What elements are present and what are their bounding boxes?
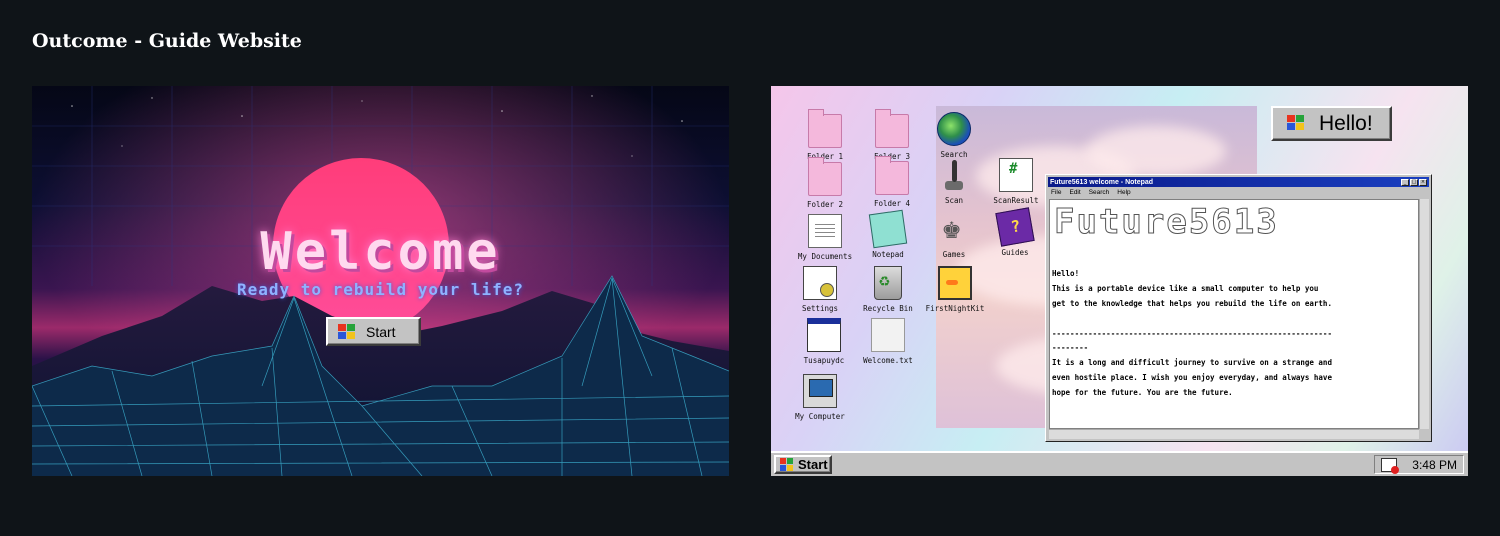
recycle-bin-icon: [874, 266, 902, 300]
folder-icon: [808, 157, 842, 196]
welcome-start-label: Start: [366, 323, 396, 340]
window-icon: [807, 318, 841, 352]
document-icon: [999, 158, 1033, 192]
clock[interactable]: 3:48 PM: [1412, 458, 1457, 472]
windows-logo-icon: [338, 323, 356, 340]
notepad-title: Future5613 welcome - Notepad: [1050, 178, 1154, 186]
welcome-subtitle: Ready to rebuild your life?: [236, 280, 525, 299]
welcome-start-button[interactable]: Start: [326, 317, 421, 346]
taskbar-start-button[interactable]: Start: [774, 455, 832, 474]
notepad-line: It is a long and difficult journey to su…: [1052, 358, 1332, 368]
icon-label: ScanResult: [993, 196, 1039, 205]
notepad-titlebar[interactable]: Future5613 welcome - Notepad _ □ ×: [1048, 177, 1429, 187]
desktop-icon-settings[interactable]: Settings: [781, 266, 859, 313]
computer-icon: [803, 374, 837, 408]
notepad-icon: [868, 209, 908, 249]
notepad-text-area[interactable]: Future5613 Hello! This is a portable dev…: [1049, 199, 1419, 429]
welcome-heading: Welcome: [260, 222, 501, 282]
folder-icon: [808, 109, 842, 148]
icon-label: FirstNightKit: [925, 304, 985, 313]
notepad-line: ----------------------------------------…: [1052, 328, 1332, 338]
windows-logo-icon: [1287, 114, 1307, 133]
icon-label: Guides: [1001, 248, 1029, 257]
icon-label: My Computer: [795, 412, 845, 421]
horizontal-scrollbar[interactable]: [1049, 429, 1419, 439]
icon-label: Settings: [801, 304, 839, 313]
desktop-icon-search[interactable]: Search: [915, 112, 993, 159]
text-file-icon: [871, 318, 905, 352]
hello-label: Hello!: [1319, 111, 1373, 135]
folder-icon: [875, 156, 909, 195]
desktop-icon-guides[interactable]: Guides: [976, 207, 1054, 257]
menu-file[interactable]: File: [1051, 189, 1061, 196]
joystick-icon: [937, 158, 971, 192]
globe-search-icon: [937, 112, 971, 146]
menu-search[interactable]: Search: [1089, 189, 1110, 196]
windows-logo-icon: [780, 458, 794, 471]
notepad-line: This is a portable device like a small c…: [1052, 284, 1319, 294]
duck-icon: [938, 266, 972, 300]
settings-icon: [803, 266, 837, 300]
folder-icon: [875, 109, 909, 148]
desktop-icon-scanresult[interactable]: ScanResult: [977, 158, 1055, 205]
page-title: Outcome - Guide Website: [32, 30, 302, 52]
notepad-line: --------: [1052, 343, 1089, 353]
vertical-scrollbar[interactable]: [1419, 199, 1429, 429]
welcome-screen: Welcome Ready to rebuild your life? Star…: [32, 86, 729, 476]
taskbar-start-label: Start: [798, 457, 828, 472]
notepad-line: get to the knowledge that helps you rebu…: [1052, 298, 1332, 308]
notepad-line: Hello!: [1052, 269, 1080, 279]
maximize-button[interactable]: □: [1410, 178, 1418, 186]
notepad-logo-text: Future5613: [1054, 202, 1279, 242]
notepad-line: hope for the future. You are the future.: [1052, 387, 1233, 397]
notepad-line: [1052, 312, 1416, 327]
icon-label: Welcome.txt: [863, 356, 913, 365]
menu-edit[interactable]: Edit: [1069, 189, 1080, 196]
hello-button[interactable]: Hello!: [1271, 106, 1392, 141]
retro-desktop: Folder 1 Folder 3 Search Folder 2 Folder…: [771, 86, 1468, 476]
close-button[interactable]: ×: [1419, 178, 1427, 186]
menu-help[interactable]: Help: [1117, 189, 1130, 196]
system-tray: 3:48 PM: [1374, 455, 1464, 474]
taskbar: Start 3:48 PM: [771, 451, 1468, 476]
notepad-line: even hostile place. I wish you enjoy eve…: [1052, 372, 1332, 382]
desktop-icon-my-computer[interactable]: My Computer: [781, 374, 859, 421]
desktop-icon-firstnightkit[interactable]: FirstNightKit: [916, 266, 994, 313]
chess-icon: [937, 208, 971, 246]
scheduler-icon[interactable]: [1381, 457, 1399, 474]
notepad-menubar: File Edit Search Help: [1048, 187, 1429, 197]
minimize-button[interactable]: _: [1401, 178, 1409, 186]
help-book-icon: [995, 207, 1035, 247]
desktop-icon-welcome-txt[interactable]: Welcome.txt: [849, 318, 927, 365]
documents-icon: [808, 214, 842, 248]
notepad-window[interactable]: Future5613 welcome - Notepad _ □ × File …: [1045, 174, 1432, 442]
